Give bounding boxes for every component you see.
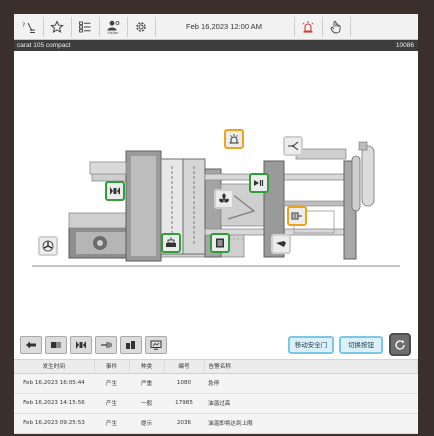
table-row[interactable]: Feb 16,2023 16:05:44 产生 严重 1080 急停 — [14, 373, 418, 394]
datetime-display: Feb 16,2023 12:00 AM — [186, 22, 262, 31]
ladle-icon[interactable] — [271, 234, 291, 254]
column-header-time[interactable]: 发生时间 — [14, 360, 95, 374]
fan-icon[interactable] — [214, 189, 234, 209]
alarm-code: 17985 — [164, 393, 204, 414]
machine-overview — [14, 51, 418, 331]
function-bar: 移动安全门 切换按钮 — [14, 331, 418, 359]
alarm-code: 1080 — [164, 373, 204, 394]
ejector-function-icon[interactable] — [95, 336, 117, 354]
alarm-name: 急停 — [204, 373, 418, 394]
alarm-light-icon[interactable] — [295, 15, 321, 39]
column-header-code[interactable]: 编号 — [164, 360, 205, 374]
hmi-screen: ? Visitor Feb 16,2023 12:00 AM carat 105… — [14, 14, 418, 434]
sprayer-warning-icon[interactable] — [224, 129, 244, 149]
gear-icon[interactable] — [128, 15, 154, 39]
clamp-function-icon[interactable] — [70, 336, 92, 354]
alarm-code: 2036 — [164, 413, 204, 434]
refresh-icon[interactable] — [389, 333, 411, 356]
user-label: Visitor — [107, 30, 119, 35]
table-row[interactable]: Feb 16,2023 09:25:53 产生 提示 2036 油温即将达到上限 — [14, 413, 418, 434]
alarm-table-header: 发生时间 事件 种类 编号 告警名称 — [14, 360, 418, 374]
core-pull-function-icon[interactable] — [120, 336, 142, 354]
alarm-time: Feb 16,2023 16:05:44 — [14, 373, 94, 394]
alarm-kind: 一般 — [129, 393, 164, 414]
top-toolbar: ? Visitor Feb 16,2023 12:00 AM — [14, 14, 418, 40]
menu-icon[interactable]: ? — [16, 15, 42, 39]
back-arrow-icon[interactable] — [20, 336, 42, 354]
monitor-function-icon[interactable] — [145, 336, 167, 354]
star-icon[interactable] — [44, 15, 70, 39]
alarm-event: 产生 — [94, 373, 129, 394]
cooling-fan-icon[interactable] — [38, 236, 58, 256]
alarm-kind: 严重 — [129, 373, 164, 394]
scissors-icon[interactable] — [283, 136, 303, 156]
mold-icon[interactable] — [210, 233, 230, 253]
svg-text:?: ? — [22, 22, 25, 29]
alarm-table: 发生时间 事件 种类 编号 告警名称 Feb 16,2023 16:05:44 … — [14, 359, 418, 434]
alarm-time: Feb 16,2023 14:15:56 — [14, 393, 94, 414]
user-gear-icon[interactable]: Visitor — [100, 15, 126, 39]
column-header-kind[interactable]: 种类 — [129, 360, 165, 374]
machine-id: 10086 — [395, 42, 414, 49]
shot-cylinder-warning-icon[interactable] — [287, 206, 307, 226]
injection-function-icon[interactable] — [45, 336, 67, 354]
alarm-event: 产生 — [94, 393, 129, 414]
clamp-status-icon[interactable] — [105, 181, 125, 201]
machine-title-bar: carat 105 compact 10086 — [14, 40, 418, 51]
alarm-time: Feb 16,2023 09:25:53 — [14, 413, 94, 434]
list-icon[interactable] — [72, 15, 98, 39]
injection-unit-icon[interactable] — [161, 233, 181, 253]
column-header-name[interactable]: 告警名称 — [204, 360, 418, 374]
alarm-name: 油温过高 — [204, 393, 418, 414]
alarm-name: 油温即将达到上限 — [204, 413, 418, 434]
hand-icon[interactable] — [323, 15, 349, 39]
table-row[interactable]: Feb 16,2023 14:15:56 产生 一般 17985 油温过高 — [14, 393, 418, 414]
column-header-event[interactable]: 事件 — [94, 360, 130, 374]
machine-name: carat 105 compact — [17, 42, 71, 49]
move-safety-door-button[interactable]: 移动安全门 — [288, 336, 334, 354]
alarm-kind: 提示 — [129, 413, 164, 434]
alarm-event: 产生 — [94, 413, 129, 434]
switch-buttons-button[interactable]: 切换按钮 — [339, 336, 383, 354]
ejector-status-icon[interactable] — [249, 173, 269, 193]
